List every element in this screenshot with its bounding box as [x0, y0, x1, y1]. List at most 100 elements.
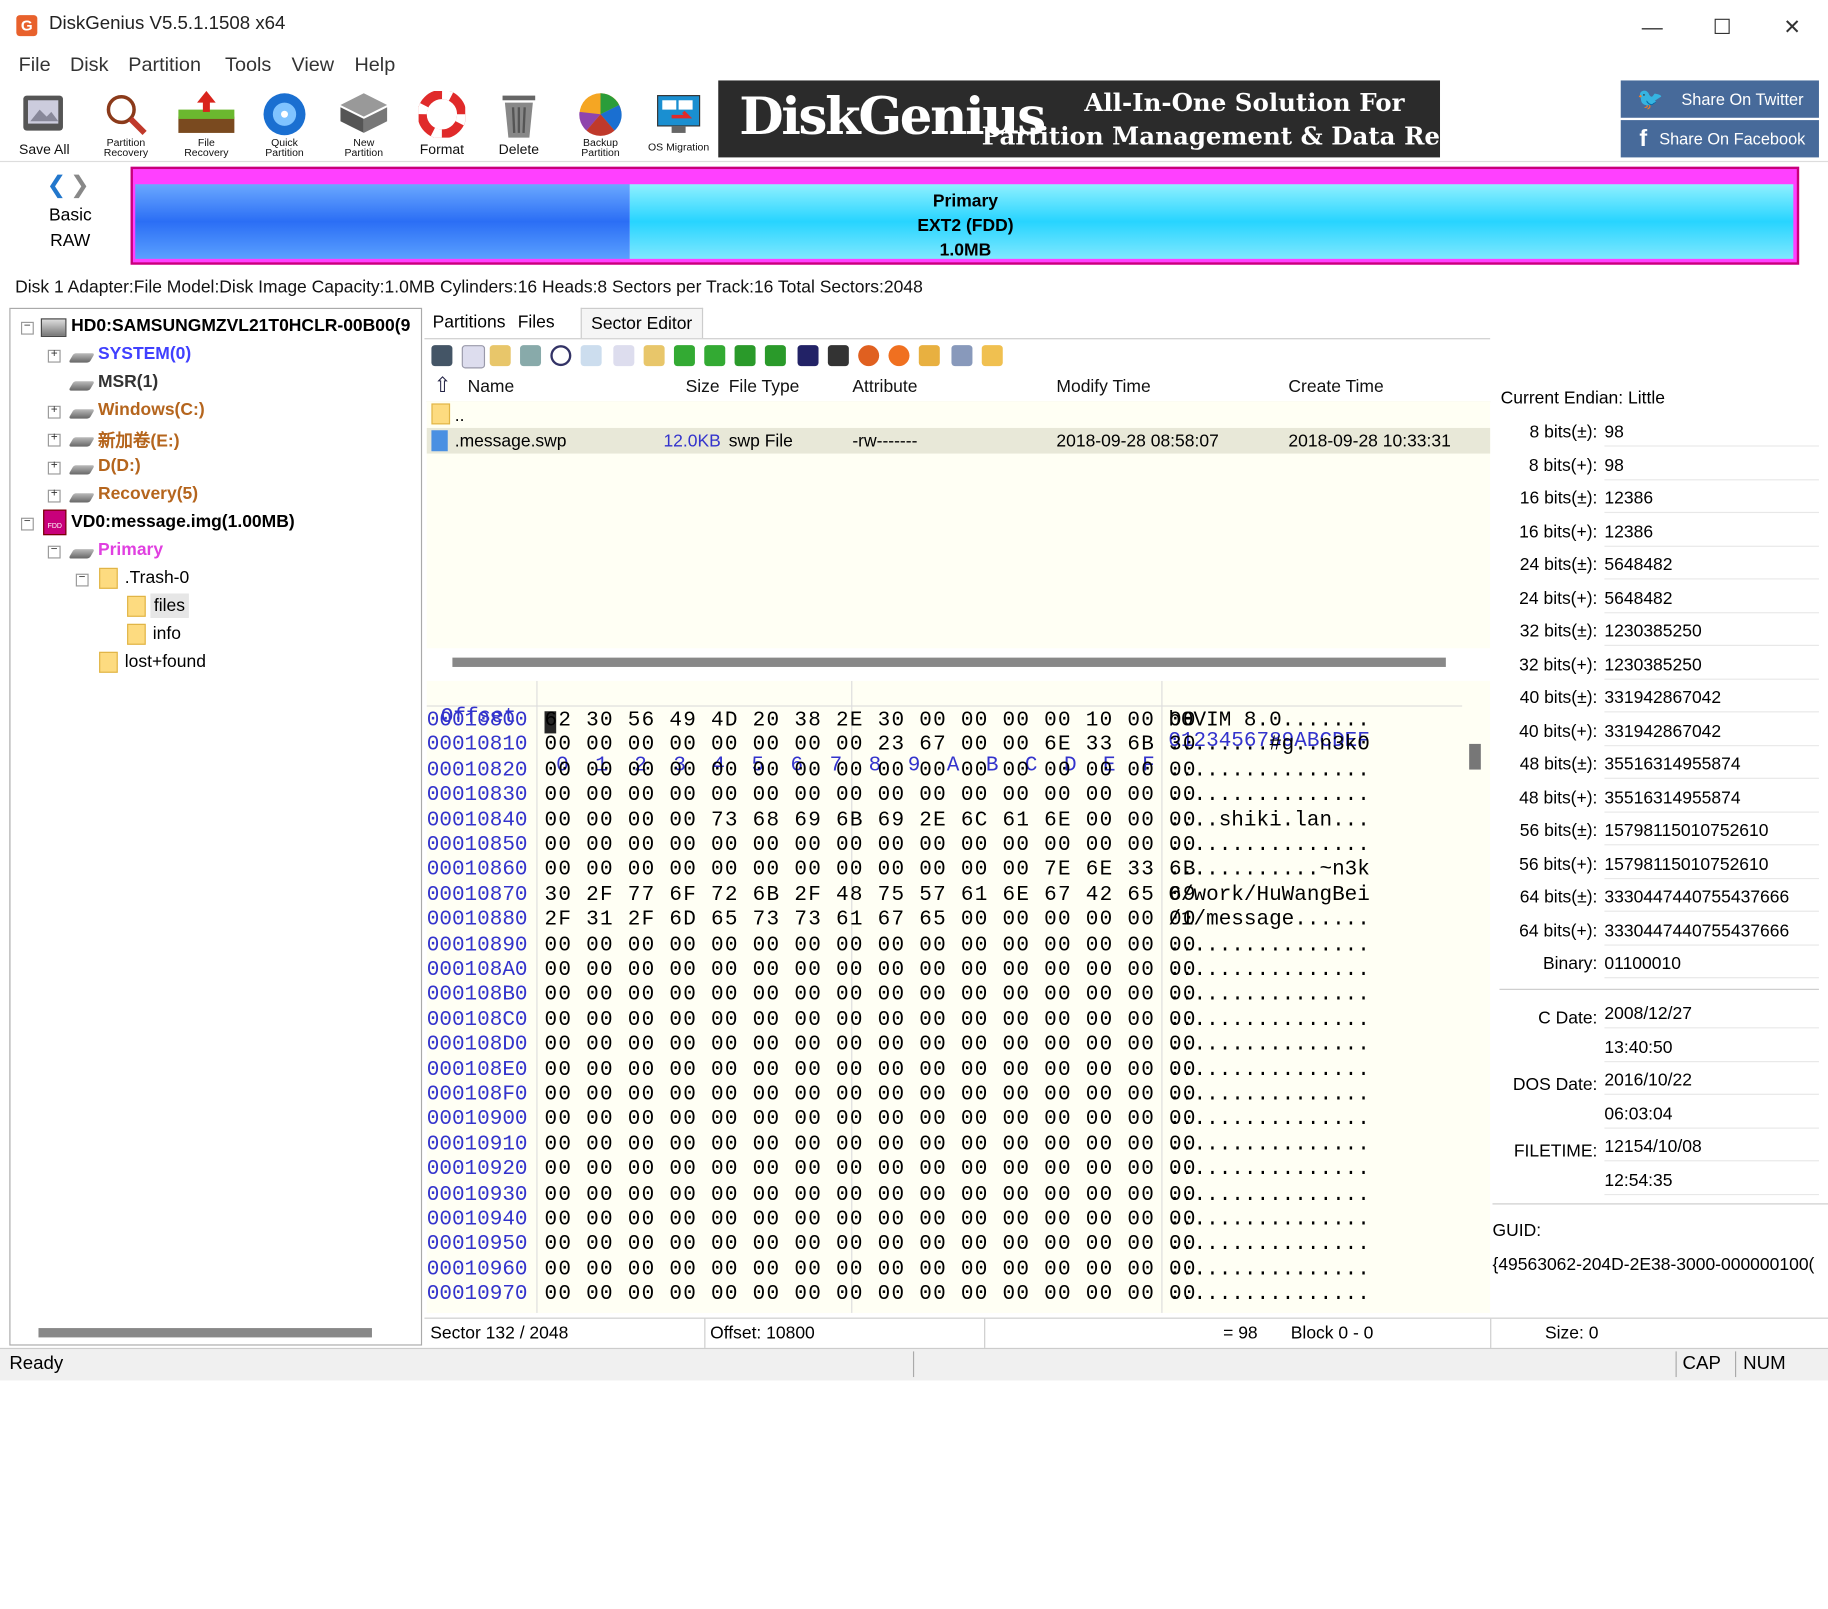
os-migration-button[interactable]: OS Migration: [641, 84, 716, 159]
hex-bytes[interactable]: 00 00 00 00 00 00 00 00 00 00 00 00 00 0…: [545, 1133, 1197, 1157]
inspector-value[interactable]: 1230385250: [1604, 651, 1819, 680]
tree-vd0[interactable]: VD0:message.img(1.00MB): [71, 512, 295, 532]
expand-e[interactable]: +: [47, 433, 61, 447]
inspector-value[interactable]: 12386: [1604, 485, 1819, 514]
collapse-vd0[interactable]: −: [20, 517, 34, 531]
copy-icon[interactable]: [461, 345, 486, 369]
search-icon[interactable]: [550, 345, 572, 367]
hex-bytes[interactable]: 2F 31 2F 6D 65 73 73 61 67 65 00 00 00 0…: [545, 909, 1197, 933]
hex-ascii[interactable]: ................: [1168, 1058, 1370, 1082]
quick-partition-button[interactable]: Quick Partition: [247, 84, 322, 159]
tree-files[interactable]: files: [150, 593, 189, 618]
hex-ascii[interactable]: 0/work/HuWangBei: [1168, 884, 1370, 908]
hex-bytes[interactable]: 00 00 00 00 00 00 00 00 00 00 00 00 00 0…: [545, 1058, 1197, 1082]
inspector-date-value[interactable]: 06:03:04: [1604, 1100, 1819, 1129]
col-name[interactable]: Name: [468, 377, 515, 397]
collapse-trash[interactable]: −: [75, 573, 89, 587]
hex-bytes[interactable]: 00 00 00 00 00 00 00 00 00 00 00 00 00 0…: [545, 1258, 1197, 1282]
paste-icon[interactable]: [489, 345, 511, 367]
hex-ascii[interactable]: ................: [1168, 1033, 1370, 1057]
tree-hscrollbar[interactable]: [38, 1328, 372, 1338]
tree-e[interactable]: 新加卷(E:): [98, 428, 180, 452]
inspector-date-value[interactable]: 2008/12/27: [1604, 1000, 1819, 1029]
inspector-value[interactable]: 98: [1604, 451, 1819, 480]
tree-trash[interactable]: .Trash-0: [125, 568, 189, 588]
forward-icon[interactable]: [827, 345, 849, 367]
inspector-date-value[interactable]: 13:40:50: [1604, 1033, 1819, 1062]
col-file-type[interactable]: File Type: [729, 377, 800, 397]
inspector-value[interactable]: 5648482: [1604, 584, 1819, 613]
menu-help[interactable]: Help: [354, 54, 395, 77]
share-facebook-button[interactable]: f Share On Facebook: [1620, 120, 1819, 158]
hex-bytes[interactable]: 00 00 00 00 00 00 00 00 00 00 00 00 00 0…: [545, 1283, 1197, 1307]
hex-ascii[interactable]: ................: [1168, 1108, 1370, 1132]
hex-ascii[interactable]: ................: [1168, 1083, 1370, 1107]
tree-d[interactable]: D(D:): [98, 456, 141, 476]
col-size[interactable]: Size: [686, 377, 720, 397]
hex-ascii[interactable]: ................: [1168, 759, 1370, 783]
find-next-icon[interactable]: [580, 345, 602, 367]
inspector-value[interactable]: 1230385250: [1604, 617, 1819, 646]
scroll-thumb[interactable]: [1469, 743, 1481, 770]
list-item[interactable]: .message.swp 12.0KB swp File -rw------- …: [426, 427, 1491, 454]
hex-ascii[interactable]: b0VIM 8.0.......: [1168, 709, 1370, 733]
hex-bytes[interactable]: 00 00 00 00 00 00 00 00 00 00 00 00 00 0…: [545, 1208, 1197, 1232]
hex-bytes[interactable]: 30 2F 77 6F 72 6B 2F 48 75 57 61 6E 67 4…: [545, 884, 1197, 908]
down-arrow-icon[interactable]: [704, 345, 726, 367]
scroll-thumb[interactable]: [452, 657, 1446, 667]
minimize-button[interactable]: —: [1635, 9, 1670, 44]
hex-ascii[interactable]: ................: [1168, 1233, 1370, 1257]
hex-ascii[interactable]: ................: [1168, 784, 1370, 808]
hex-bytes[interactable]: 00 00 00 00 00 00 00 00 00 00 00 00 00 0…: [545, 1108, 1197, 1132]
col-modify-time[interactable]: Modify Time: [1056, 377, 1150, 397]
hex-ascii[interactable]: ................: [1168, 1183, 1370, 1207]
menu-disk[interactable]: Disk: [70, 54, 109, 77]
expand-system[interactable]: +: [47, 349, 61, 363]
file-list-hscrollbar[interactable]: [426, 652, 1491, 672]
goto-icon[interactable]: [613, 345, 635, 367]
tab-files[interactable]: Files: [518, 312, 555, 332]
collapse-hd0[interactable]: −: [20, 321, 34, 335]
hex-bytes[interactable]: 00 00 00 00 73 68 69 6B 69 2E 6C 61 6E 0…: [545, 809, 1197, 833]
hex-bytes[interactable]: 00 00 00 00 00 00 00 00 00 00 00 00 00 0…: [545, 933, 1197, 957]
first-sector-icon[interactable]: [734, 345, 756, 367]
hex-ascii[interactable]: ................: [1168, 983, 1370, 1007]
collapse-primary[interactable]: −: [47, 545, 61, 559]
inspector-value[interactable]: 3330447440755437666: [1604, 917, 1819, 946]
tree-recovery[interactable]: Recovery(5): [98, 484, 198, 504]
hex-bytes[interactable]: 00 00 00 00 00 00 00 00 00 00 00 00 00 0…: [545, 983, 1197, 1007]
close-button[interactable]: ✕: [1775, 9, 1810, 44]
hex-ascii[interactable]: ................: [1168, 1158, 1370, 1182]
backup-partition-button[interactable]: Backup Partition: [563, 84, 638, 159]
last-sector-icon[interactable]: [764, 345, 786, 367]
hex-ascii[interactable]: ................: [1168, 958, 1370, 982]
inspector-value[interactable]: 35516314955874: [1604, 784, 1819, 813]
expand-d[interactable]: +: [47, 461, 61, 475]
file-recovery-button[interactable]: File Recovery: [169, 84, 244, 159]
grid-icon[interactable]: [951, 345, 973, 367]
menu-partition[interactable]: Partition: [128, 54, 201, 77]
hex-editor[interactable]: Offset 0123456789ABCDEF 0123456789ABCDEF…: [426, 680, 1491, 1313]
back-icon[interactable]: [797, 345, 819, 367]
up-arrow-icon[interactable]: [673, 345, 695, 367]
template-icon[interactable]: [858, 345, 880, 367]
inspector-value[interactable]: 98: [1604, 418, 1819, 447]
hex-bytes[interactable]: 00 00 00 00 00 00 00 00 00 00 00 00 00 0…: [545, 1083, 1197, 1107]
hex-ascii[interactable]: ....shiki.lan...: [1168, 809, 1370, 833]
hex-ascii[interactable]: ................: [1168, 1133, 1370, 1157]
hex-bytes[interactable]: 00 00 00 00 00 00 00 00 00 00 00 00 00 0…: [545, 1008, 1197, 1032]
hex-ascii[interactable]: ................: [1168, 1258, 1370, 1282]
tree-msr[interactable]: MSR(1): [98, 372, 158, 392]
prev-disk-arrow-icon[interactable]: ❮: [47, 170, 67, 199]
inspector-date-value[interactable]: 12:54:35: [1604, 1166, 1819, 1195]
inspector-value[interactable]: 3330447440755437666: [1604, 883, 1819, 912]
tree-primary[interactable]: Primary: [98, 540, 163, 560]
tab-sector-editor[interactable]: Sector Editor: [580, 307, 703, 339]
share-twitter-button[interactable]: 🐦 Share On Twitter: [1620, 80, 1819, 118]
hex-ascii[interactable]: ................: [1168, 933, 1370, 957]
list-item[interactable]: ..: [427, 401, 1490, 427]
tree-windows[interactable]: Windows(C:): [98, 400, 205, 420]
save-icon[interactable]: [431, 345, 453, 367]
tree-lostfound[interactable]: lost+found: [125, 652, 206, 672]
hex-bytes[interactable]: 00 00 00 00 00 00 00 00 00 00 00 00 7E 6…: [545, 859, 1197, 883]
